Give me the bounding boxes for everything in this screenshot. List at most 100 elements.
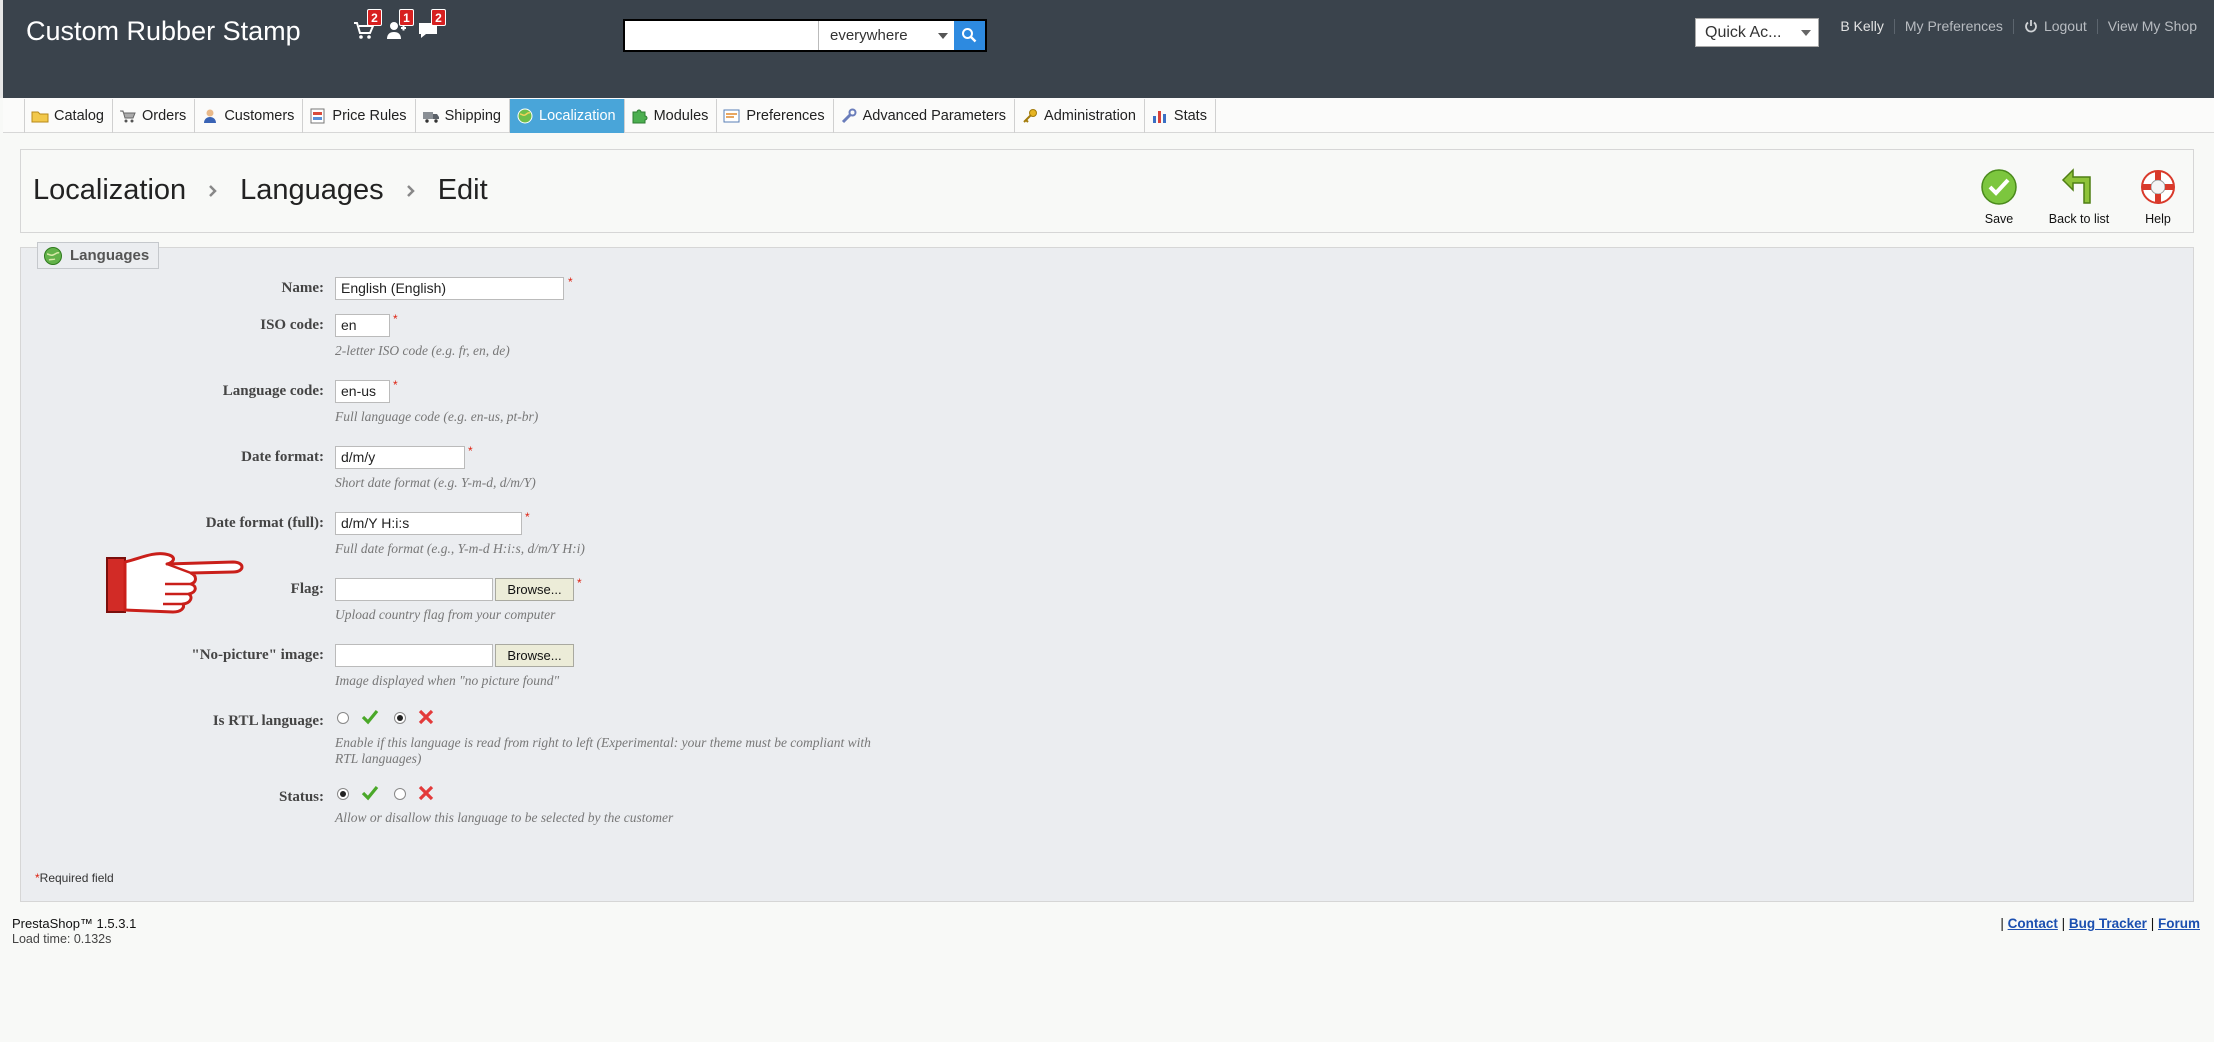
tab-label: Catalog <box>54 108 104 124</box>
globe-icon <box>44 246 62 265</box>
tab-label: Modules <box>653 108 709 124</box>
flag-hint: Upload country flag from your computer <box>335 607 556 622</box>
rtl-label: Is RTL language: <box>212 713 324 729</box>
save-label: Save <box>1984 212 2014 226</box>
tab-catalog[interactable]: Catalog <box>25 99 113 133</box>
key-icon <box>1023 109 1038 123</box>
breadcrumb: Localization Languages Edit <box>33 174 488 207</box>
required-marker: * <box>568 275 573 289</box>
language-code-input[interactable]: en-us <box>335 380 390 403</box>
tab-administration[interactable]: Administration <box>1015 99 1145 133</box>
no-picture-label: "No-picture" image: <box>191 647 324 663</box>
status-enabled-radio[interactable] <box>337 788 349 800</box>
tab-label: Price Rules <box>332 108 407 124</box>
tab-label: Preferences <box>746 108 825 124</box>
shop-name[interactable]: Custom Rubber Stamp <box>26 16 301 47</box>
no-picture-hint: Image displayed when "no picture found" <box>335 673 560 688</box>
wrench-icon <box>841 108 857 124</box>
tab-advanced-parameters[interactable]: Advanced Parameters <box>834 99 1016 133</box>
search-button[interactable] <box>954 21 985 50</box>
breadcrumb-item[interactable]: Languages <box>240 174 384 207</box>
no-picture-browse-button[interactable]: Browse... <box>495 644 574 667</box>
search-input[interactable] <box>625 21 819 50</box>
tab-preferences[interactable]: Preferences <box>717 99 834 133</box>
help-button[interactable]: Help <box>2133 167 2183 226</box>
required-marker: * <box>577 576 582 590</box>
logout-label: Logout <box>2043 18 2087 34</box>
toolbar-box: Localization Languages Edit Save Back to… <box>20 149 2194 233</box>
search-bar: everywhere <box>623 19 987 52</box>
my-preferences-link[interactable]: My Preferences <box>1905 18 2003 34</box>
folder-icon <box>31 111 49 123</box>
truck-icon <box>422 112 439 123</box>
preferences-icon <box>723 109 740 123</box>
bug-tracker-link[interactable]: Bug Tracker <box>2069 916 2147 931</box>
tab-label: Administration <box>1044 108 1136 124</box>
tab-stats[interactable]: Stats <box>1145 99 1216 133</box>
search-icon <box>962 28 977 43</box>
save-button[interactable]: Save <box>1974 167 2024 226</box>
search-scope-select[interactable]: everywhere <box>819 21 956 50</box>
quick-access-select[interactable]: Quick Ac... <box>1695 18 1819 47</box>
language-form: Languages Name: English (English) * ISO … <box>20 242 2194 902</box>
quick-access-label: Quick Ac... <box>1705 24 1782 41</box>
tab-label: Shipping <box>444 108 501 124</box>
footer-separator: | <box>2061 916 2066 931</box>
user-links: B Kelly My Preferences Logout View My Sh… <box>1840 18 2197 34</box>
tab-orders[interactable]: Orders <box>113 99 196 133</box>
footer-separator: | <box>2150 916 2155 931</box>
view-my-shop-link[interactable]: View My Shop <box>2108 18 2197 34</box>
cross-icon <box>418 709 434 725</box>
price-tag-icon <box>310 108 325 124</box>
language-code-label: Language code: <box>222 383 324 399</box>
breadcrumb-item[interactable]: Localization <box>33 174 186 207</box>
iso-code-input[interactable]: en <box>335 314 390 337</box>
tab-shipping[interactable]: Shipping <box>416 99 510 133</box>
cross-icon <box>418 785 434 801</box>
date-format-input[interactable]: d/m/y <box>335 446 465 469</box>
customers-count: 1 <box>399 9 414 26</box>
breadcrumb-item: Edit <box>437 174 488 206</box>
search-scope-value: everywhere <box>830 27 908 44</box>
status-disabled-radio[interactable] <box>394 788 406 800</box>
tab-label: Orders <box>141 108 187 124</box>
orders-notification[interactable]: 2 <box>353 9 382 40</box>
divider <box>2096 18 2098 34</box>
orders-count: 2 <box>367 9 382 26</box>
forum-link[interactable]: Forum <box>2158 916 2200 931</box>
tab-label: Advanced Parameters <box>862 108 1007 124</box>
required-field-note: *Required field <box>35 871 114 885</box>
flag-browse-button[interactable]: Browse... <box>495 578 574 601</box>
divider <box>2012 18 2014 34</box>
name-input[interactable]: English (English) <box>335 277 564 300</box>
checkmark-icon <box>361 785 379 801</box>
logout-link[interactable]: Logout <box>2024 18 2087 34</box>
messages-notification[interactable]: 2 <box>417 9 446 40</box>
tab-modules[interactable]: Modules <box>625 99 718 133</box>
tab-price-rules[interactable]: Price Rules <box>303 99 416 133</box>
required-field-text: Required field <box>39 871 114 885</box>
tab-localization[interactable]: Localization <box>510 99 625 133</box>
no-picture-file-input[interactable] <box>335 644 493 667</box>
date-format-full-input[interactable]: d/m/Y H:i:s <box>335 512 522 535</box>
form-legend: Languages <box>37 242 160 269</box>
back-arrow-icon <box>2061 168 2091 204</box>
language-code-hint: Full language code (e.g. en-us, pt-br) <box>335 409 539 424</box>
flag-file-input[interactable] <box>335 578 493 601</box>
back-to-list-button[interactable]: Back to list <box>2039 167 2119 226</box>
rtl-no-radio[interactable] <box>394 712 406 724</box>
customer-icon <box>204 109 217 123</box>
tab-customers[interactable]: Customers <box>195 99 304 133</box>
customers-notification[interactable]: 1 <box>385 9 414 40</box>
main-menu: Catalog Orders Customers Price Rules Shi… <box>3 98 2214 133</box>
globe-icon <box>517 108 533 124</box>
back-label: Back to list <box>2048 212 2110 226</box>
required-marker: * <box>468 444 473 458</box>
footer-links: | Contact | Bug Tracker | Forum <box>2000 916 2200 931</box>
rtl-yes-radio[interactable] <box>337 712 349 724</box>
help-label: Help <box>2145 212 2171 226</box>
contact-link[interactable]: Contact <box>2008 916 2058 931</box>
checkmark-icon <box>361 709 379 725</box>
tab-label: Localization <box>539 108 616 124</box>
chevron-right-icon <box>406 184 415 197</box>
